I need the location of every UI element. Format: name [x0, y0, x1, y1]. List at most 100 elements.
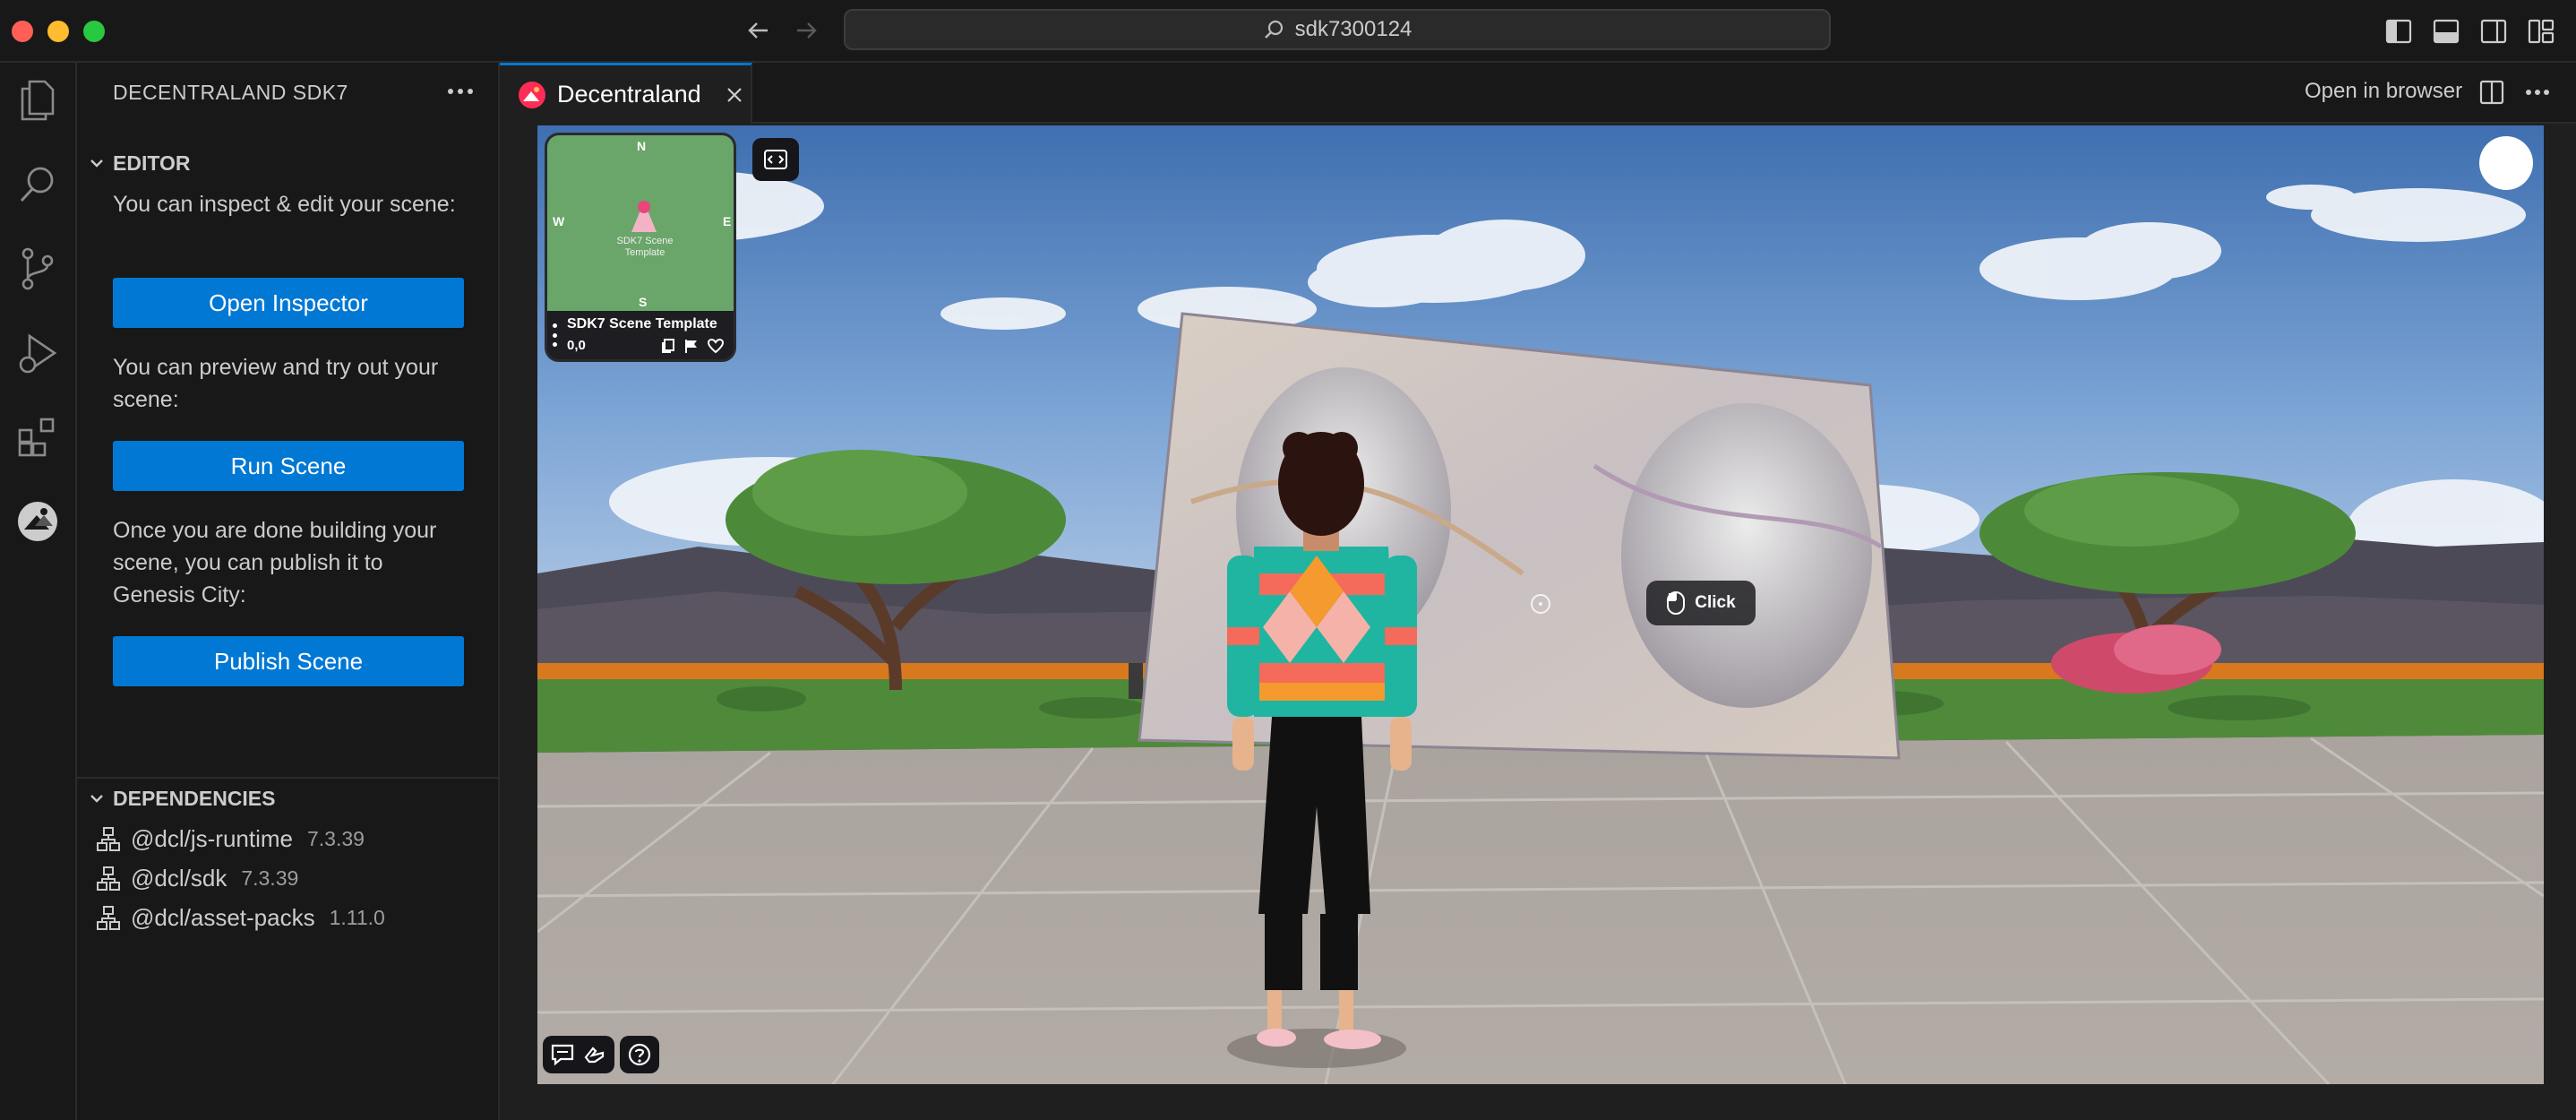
decentraland-logo-icon: [18, 502, 57, 541]
sidebar-right-icon: [2480, 19, 2507, 44]
search-view-button[interactable]: [0, 147, 75, 222]
flag-icon[interactable]: [683, 338, 700, 354]
search-icon: [1264, 20, 1283, 39]
editor-section-header[interactable]: EDITOR: [77, 145, 498, 181]
activity-bar: [0, 63, 77, 1120]
toggle-primary-sidebar-button[interactable]: [2383, 15, 2415, 47]
sidebar-left-icon: [2385, 19, 2412, 44]
dependency-version: 1.11.0: [329, 905, 385, 929]
maximize-window-button[interactable]: [83, 21, 105, 42]
minimap-menu-button[interactable]: [553, 323, 560, 347]
tab-decentraland[interactable]: Decentraland: [500, 63, 752, 124]
package-icon: [97, 827, 120, 851]
dependency-version: 7.3.39: [241, 866, 299, 890]
run-debug-button[interactable]: [0, 315, 75, 391]
arrow-right-icon: [797, 22, 817, 39]
dependency-item[interactable]: @dcl/js-runtime 7.3.39: [95, 821, 365, 857]
minimap-map: N W E S SDK7 Scene Template: [547, 135, 734, 311]
search-text: sdk7300124: [1294, 17, 1413, 41]
help-icon[interactable]: [627, 1042, 652, 1067]
scene-viewport[interactable]: N W E S SDK7 Scene Template SDK7 Scene T…: [537, 125, 2544, 1084]
heart-icon[interactable]: [707, 338, 725, 354]
run-scene-button[interactable]: Run Scene: [113, 441, 464, 491]
minimap-coordinates: 0,0: [567, 338, 586, 353]
close-window-button[interactable]: [12, 21, 33, 42]
close-tab-button[interactable]: [721, 82, 748, 108]
toggle-secondary-sidebar-button[interactable]: [2477, 15, 2510, 47]
dependencies-section-header[interactable]: DEPENDENCIES: [77, 780, 498, 816]
open-in-browser-link[interactable]: Open in browser: [2305, 79, 2462, 104]
minimap-east-label: E: [723, 214, 732, 228]
code-window-icon: [764, 150, 787, 169]
publish-scene-button[interactable]: Publish Scene: [113, 636, 464, 686]
editor-section-title: EDITOR: [113, 151, 191, 175]
copy-icon[interactable]: [660, 338, 676, 354]
debug-icon: [19, 333, 57, 374]
click-tooltip-label: Click: [1695, 593, 1736, 612]
title-bar: sdk7300124: [0, 0, 2576, 63]
package-icon: [97, 906, 120, 930]
chevron-down-icon: [90, 159, 103, 168]
extensions-button[interactable]: [0, 400, 75, 475]
forward-button[interactable]: [788, 13, 824, 48]
sidebar-title: DECENTRALAND SDK7: [113, 81, 348, 104]
mouse-icon: [1667, 591, 1686, 615]
layout-icon: [2528, 19, 2555, 44]
decentraland-extension-button[interactable]: [0, 484, 75, 559]
preview-description: You can preview and try out your scene:: [113, 355, 439, 412]
chevron-down-icon: [90, 795, 103, 803]
inspect-description: You can inspect & edit your scene:: [113, 192, 456, 217]
profile-avatar-button[interactable]: [2479, 136, 2533, 190]
customize-layout-button[interactable]: [2525, 15, 2557, 47]
minimap-scene-label: SDK7 Scene Template: [616, 236, 674, 258]
search-icon: [20, 167, 54, 202]
section-divider: [77, 777, 498, 779]
sidebar: DECENTRALAND SDK7 EDITOR You can inspect…: [77, 63, 500, 1120]
help-group: [620, 1036, 659, 1073]
back-button[interactable]: [741, 13, 777, 48]
package-icon: [97, 866, 120, 891]
dependency-version: 7.3.39: [306, 826, 365, 850]
extensions-icon: [18, 418, 55, 457]
minimap-south-label: S: [639, 295, 648, 309]
minimap-north-label: N: [637, 139, 647, 153]
toggle-panel-button[interactable]: [2430, 15, 2462, 47]
minimap-west-label: W: [553, 214, 565, 228]
dependency-name: @dcl/js-runtime: [131, 824, 293, 852]
files-icon: [21, 80, 55, 121]
editor-tab-bar: Decentraland: [500, 63, 2576, 124]
publish-description: Once you are done building your scene, y…: [113, 518, 437, 607]
dependency-name: @dcl/asset-packs: [131, 903, 315, 931]
minimap-actions: [660, 338, 725, 354]
emote-hand-icon[interactable]: [582, 1043, 607, 1066]
arrow-left-icon: [748, 22, 768, 39]
source-control-button[interactable]: [0, 231, 75, 306]
scene-bottom-controls: [543, 1036, 659, 1073]
editor-more-actions-button[interactable]: [2521, 76, 2554, 108]
player-marker-icon: [631, 201, 657, 232]
ellipsis-icon: [2526, 90, 2549, 95]
minimize-window-button[interactable]: [47, 21, 69, 42]
close-icon: [726, 87, 742, 102]
decentraland-logo-icon: [519, 81, 545, 108]
dependencies-section-title: DEPENDENCIES: [113, 786, 276, 810]
click-tooltip: Click: [1646, 581, 1756, 625]
scene-code-button[interactable]: [752, 138, 799, 181]
explorer-button[interactable]: [0, 63, 75, 138]
dependency-item[interactable]: @dcl/sdk 7.3.39: [95, 860, 298, 896]
split-editor-button[interactable]: [2476, 76, 2508, 108]
minimap-scene-title: SDK7 Scene Template: [567, 316, 717, 332]
panel-bottom-icon: [2433, 19, 2460, 44]
sidebar-more-actions-button[interactable]: [442, 75, 478, 108]
dependency-item[interactable]: @dcl/asset-packs 1.11.0: [95, 900, 385, 935]
crosshair-icon: [1531, 594, 1550, 614]
command-center-search[interactable]: sdk7300124: [844, 9, 1831, 50]
minimap[interactable]: N W E S SDK7 Scene Template SDK7 Scene T…: [545, 133, 736, 362]
open-inspector-button[interactable]: Open Inspector: [113, 278, 464, 328]
dependency-name: @dcl/sdk: [131, 864, 228, 892]
split-editor-icon: [2479, 80, 2504, 105]
ellipsis-icon: [448, 89, 473, 94]
tab-label: Decentraland: [557, 81, 701, 108]
chat-icon[interactable]: [550, 1043, 575, 1066]
git-branch-icon: [21, 247, 54, 290]
